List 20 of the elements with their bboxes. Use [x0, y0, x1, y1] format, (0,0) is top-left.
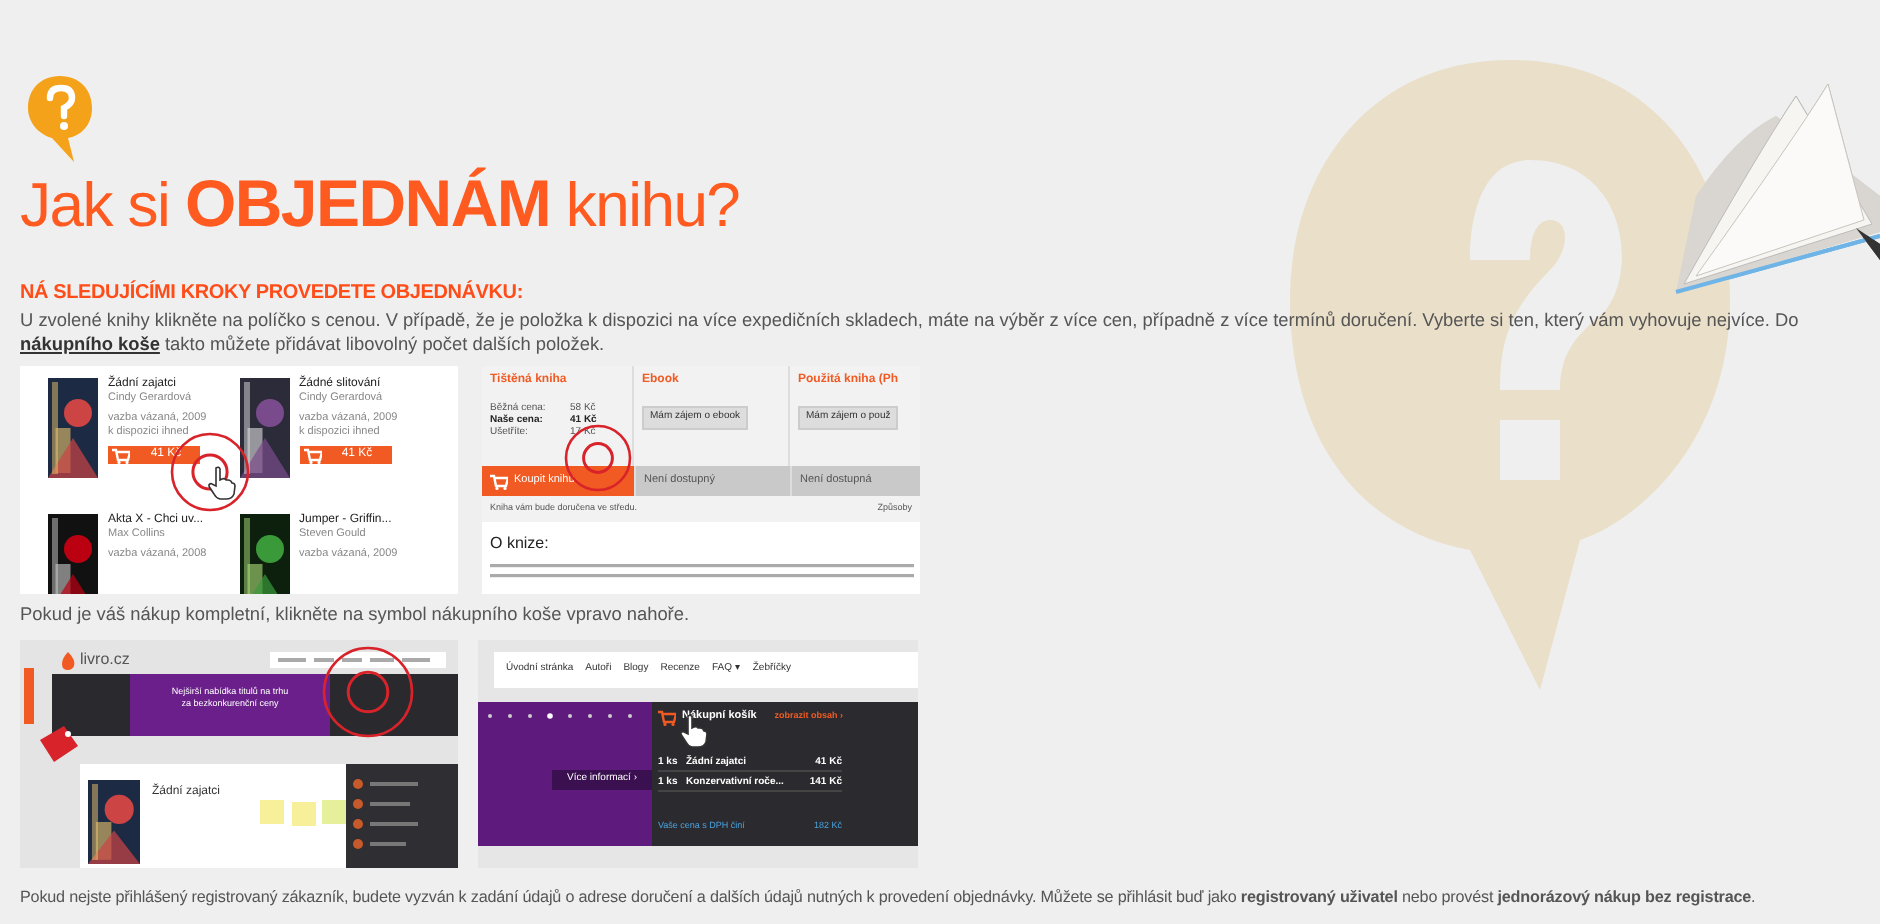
cart-icon	[112, 447, 130, 463]
tag-icon	[36, 724, 80, 764]
page-title: Jak si OBJEDNÁM knihu?	[20, 168, 742, 242]
cart-icon	[658, 709, 676, 725]
hand-cursor-icon	[208, 466, 236, 500]
section-heading: NÁ SLEDUJÍCÍMI KROKY PROVEDETE OBJEDNÁVKU:	[20, 282, 525, 306]
cart-icon	[303, 447, 321, 463]
site-logo: livro.cz	[80, 648, 130, 672]
highlight-circle	[168, 430, 252, 514]
cart-link[interactable]: nákupního koše	[20, 333, 160, 353]
question-bubble-icon	[24, 72, 96, 164]
flame-icon	[60, 651, 76, 669]
cart-icon	[490, 473, 508, 489]
intro-paragraph: U zvolené knihy klikněte na políčko s cenou. V případě, že je položka k dispozici na více expedičních skladech, máte na výběr z více cen, případně z více termínů doručení. Vyberte si ten, který vám vyhovuje nejvíce. Do nákupního koše takto můžete přidávat libovolný počet dalších položek.	[20, 310, 1801, 356]
caption-text: Pokud je váš nákup kompletní, klikněte na symbol nákupního koše vpravo nahoře.	[20, 602, 692, 626]
highlight-circle	[320, 644, 416, 740]
about-heading: O knize:	[488, 532, 551, 556]
sticky-notes-drawing	[260, 800, 348, 828]
user-panel-drawing	[346, 764, 458, 868]
caption-text: Pokud nejste přihlášený registrovaný zákazník, budete vyzván k zadání údajů o adrese doručení a dalších údajů nutných k provedení objednávky. Můžete se přihlásit buď jako registrovaný uživatel nebo provést jednorázový nákup bez registrace.	[20, 886, 1756, 910]
